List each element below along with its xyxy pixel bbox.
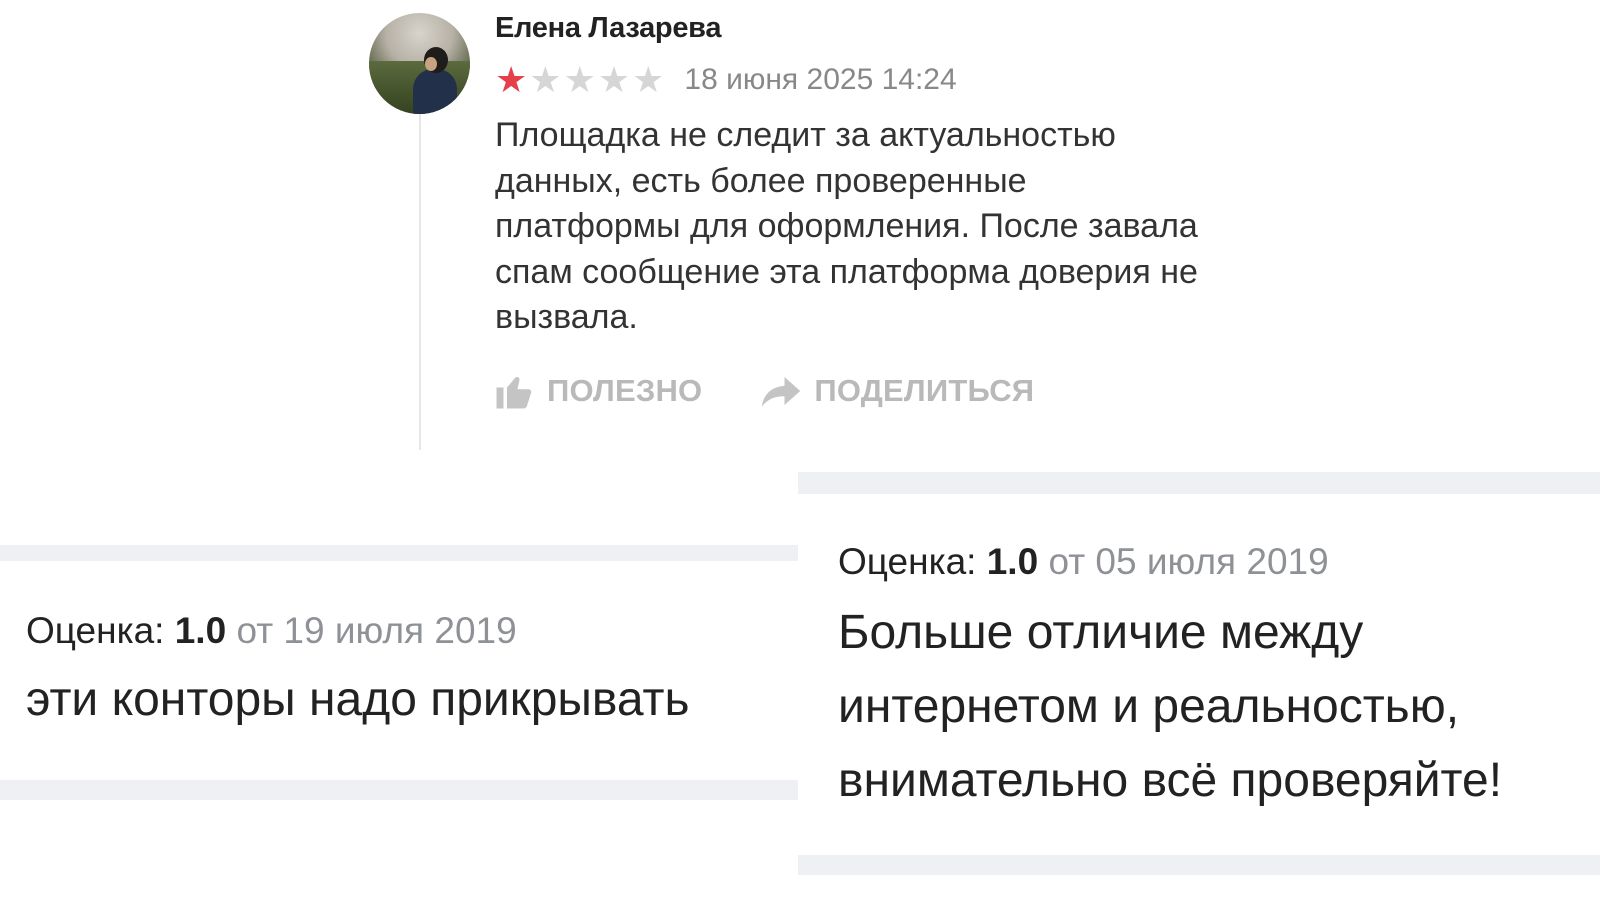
avatar-person-face xyxy=(425,57,437,71)
review-rating-line: Оценка: 1.0 от 05 июля 2019 xyxy=(838,541,1329,583)
review-text-line: интернетом и реальностью, xyxy=(838,680,1460,733)
review-date: 18 июня 2025 14:24 xyxy=(684,63,957,96)
rating-prefix: Оценка: xyxy=(838,541,977,582)
card-divider xyxy=(0,545,798,561)
review-text: эти конторы надо прикрывать xyxy=(26,673,690,726)
card-divider xyxy=(0,780,798,800)
review-actions: ПОЛЕЗНО ПОДЕЛИТЬСЯ xyxy=(493,370,1092,412)
review-rating-line: Оценка: 1.0 от 19 июля 2019 xyxy=(26,610,517,652)
star-icon: ★ xyxy=(495,59,528,100)
star-icon: ★ xyxy=(563,59,596,100)
avatar[interactable] xyxy=(369,13,470,114)
review-date: от 05 июля 2019 xyxy=(1048,541,1329,582)
star-icon: ★ xyxy=(632,59,665,100)
rating-prefix: Оценка: xyxy=(26,610,165,651)
review-author-name[interactable]: Елена Лазарева xyxy=(495,12,721,45)
share-label: ПОДЕЛИТЬСЯ xyxy=(814,373,1035,408)
review-text-line: Больше отличие между xyxy=(838,606,1364,659)
rating-score: 1.0 xyxy=(174,610,227,651)
star-icon: ★ xyxy=(529,59,562,100)
review-text: Площадка не следит за актуальностью данн… xyxy=(495,116,1198,336)
star-icon: ★ xyxy=(597,59,631,100)
thumbs-up-icon xyxy=(496,377,532,409)
review-card-top: Елена Лазарева ★ ★ ★ ★ ★ 18 июня 2025 14… xyxy=(0,0,1600,450)
helpful-label: ПОЛЕЗНО xyxy=(547,373,703,408)
share-button[interactable]: ПОДЕЛИТЬСЯ xyxy=(760,370,1034,412)
thread-divider xyxy=(419,114,421,450)
card-divider xyxy=(798,855,1600,875)
rating-row: ★ ★ ★ ★ ★ 18 июня 2025 14:24 xyxy=(495,60,957,100)
rating-score: 1.0 xyxy=(986,541,1039,582)
review-date: от 19 июля 2019 xyxy=(236,610,517,651)
review-text: Больше отличие между интернетом и реальн… xyxy=(838,596,1578,818)
review-text-line: внимательно всё проверяйте! xyxy=(838,754,1503,807)
card-divider xyxy=(798,472,1600,494)
share-arrow-icon xyxy=(762,377,801,407)
avatar-person-body xyxy=(413,69,457,114)
helpful-button[interactable]: ПОЛЕЗНО xyxy=(493,370,702,412)
